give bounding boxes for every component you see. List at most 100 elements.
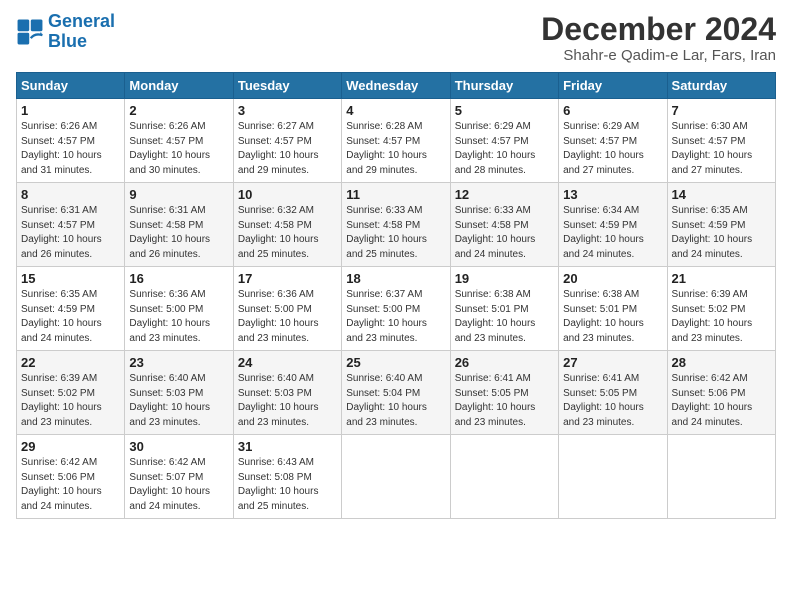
day-number: 10 (238, 187, 337, 202)
day-info: Sunrise: 6:42 AM Sunset: 5:06 PM Dayligh… (21, 456, 120, 514)
calendar-week-3: 15 Sunrise: 6:35 AM Sunset: 4:59 PM Dayl… (17, 267, 776, 351)
calendar-cell (667, 435, 775, 519)
day-number: 28 (672, 355, 771, 370)
calendar-cell: 10 Sunrise: 6:32 AM Sunset: 4:58 PM Dayl… (233, 183, 341, 267)
calendar-cell: 14 Sunrise: 6:35 AM Sunset: 4:59 PM Dayl… (667, 183, 775, 267)
calendar-cell: 12 Sunrise: 6:33 AM Sunset: 4:58 PM Dayl… (450, 183, 558, 267)
logo-icon (16, 18, 44, 46)
day-info: Sunrise: 6:26 AM Sunset: 4:57 PM Dayligh… (129, 120, 228, 178)
day-number: 30 (129, 439, 228, 454)
day-info: Sunrise: 6:29 AM Sunset: 4:57 PM Dayligh… (563, 120, 662, 178)
day-info: Sunrise: 6:34 AM Sunset: 4:59 PM Dayligh… (563, 204, 662, 262)
calendar-cell: 25 Sunrise: 6:40 AM Sunset: 5:04 PM Dayl… (342, 351, 450, 435)
calendar-header-sunday: Sunday (17, 73, 125, 99)
calendar-cell: 18 Sunrise: 6:37 AM Sunset: 5:00 PM Dayl… (342, 267, 450, 351)
calendar-cell: 9 Sunrise: 6:31 AM Sunset: 4:58 PM Dayli… (125, 183, 233, 267)
calendar-cell: 29 Sunrise: 6:42 AM Sunset: 5:06 PM Dayl… (17, 435, 125, 519)
day-info: Sunrise: 6:32 AM Sunset: 4:58 PM Dayligh… (238, 204, 337, 262)
calendar-cell: 22 Sunrise: 6:39 AM Sunset: 5:02 PM Dayl… (17, 351, 125, 435)
calendar-week-2: 8 Sunrise: 6:31 AM Sunset: 4:57 PM Dayli… (17, 183, 776, 267)
calendar-cell: 28 Sunrise: 6:42 AM Sunset: 5:06 PM Dayl… (667, 351, 775, 435)
day-number: 23 (129, 355, 228, 370)
day-info: Sunrise: 6:29 AM Sunset: 4:57 PM Dayligh… (455, 120, 554, 178)
day-info: Sunrise: 6:38 AM Sunset: 5:01 PM Dayligh… (563, 288, 662, 346)
calendar-header-saturday: Saturday (667, 73, 775, 99)
day-info: Sunrise: 6:31 AM Sunset: 4:58 PM Dayligh… (129, 204, 228, 262)
day-info: Sunrise: 6:27 AM Sunset: 4:57 PM Dayligh… (238, 120, 337, 178)
day-number: 11 (346, 187, 445, 202)
day-number: 15 (21, 271, 120, 286)
calendar-cell: 7 Sunrise: 6:30 AM Sunset: 4:57 PM Dayli… (667, 99, 775, 183)
calendar-cell: 3 Sunrise: 6:27 AM Sunset: 4:57 PM Dayli… (233, 99, 341, 183)
day-info: Sunrise: 6:33 AM Sunset: 4:58 PM Dayligh… (455, 204, 554, 262)
day-info: Sunrise: 6:35 AM Sunset: 4:59 PM Dayligh… (672, 204, 771, 262)
day-number: 14 (672, 187, 771, 202)
calendar-week-5: 29 Sunrise: 6:42 AM Sunset: 5:06 PM Dayl… (17, 435, 776, 519)
calendar-cell: 19 Sunrise: 6:38 AM Sunset: 5:01 PM Dayl… (450, 267, 558, 351)
day-info: Sunrise: 6:28 AM Sunset: 4:57 PM Dayligh… (346, 120, 445, 178)
calendar-week-4: 22 Sunrise: 6:39 AM Sunset: 5:02 PM Dayl… (17, 351, 776, 435)
calendar-cell: 24 Sunrise: 6:40 AM Sunset: 5:03 PM Dayl… (233, 351, 341, 435)
day-number: 6 (563, 103, 662, 118)
calendar-cell: 4 Sunrise: 6:28 AM Sunset: 4:57 PM Dayli… (342, 99, 450, 183)
day-number: 13 (563, 187, 662, 202)
day-info: Sunrise: 6:42 AM Sunset: 5:07 PM Dayligh… (129, 456, 228, 514)
calendar-week-1: 1 Sunrise: 6:26 AM Sunset: 4:57 PM Dayli… (17, 99, 776, 183)
calendar-cell (450, 435, 558, 519)
day-info: Sunrise: 6:30 AM Sunset: 4:57 PM Dayligh… (672, 120, 771, 178)
header: General Blue December 2024 Shahr-e Qadim… (16, 12, 776, 64)
title-block: December 2024 Shahr-e Qadim-e Lar, Fars,… (541, 12, 776, 64)
calendar-cell: 17 Sunrise: 6:36 AM Sunset: 5:00 PM Dayl… (233, 267, 341, 351)
calendar-cell: 13 Sunrise: 6:34 AM Sunset: 4:59 PM Dayl… (559, 183, 667, 267)
day-info: Sunrise: 6:40 AM Sunset: 5:04 PM Dayligh… (346, 372, 445, 430)
calendar-header-tuesday: Tuesday (233, 73, 341, 99)
day-info: Sunrise: 6:37 AM Sunset: 5:00 PM Dayligh… (346, 288, 445, 346)
calendar-cell: 6 Sunrise: 6:29 AM Sunset: 4:57 PM Dayli… (559, 99, 667, 183)
day-number: 1 (21, 103, 120, 118)
day-number: 3 (238, 103, 337, 118)
calendar-cell: 1 Sunrise: 6:26 AM Sunset: 4:57 PM Dayli… (17, 99, 125, 183)
calendar-cell: 20 Sunrise: 6:38 AM Sunset: 5:01 PM Dayl… (559, 267, 667, 351)
day-number: 4 (346, 103, 445, 118)
calendar-header-row: SundayMondayTuesdayWednesdayThursdayFrid… (17, 73, 776, 99)
logo-text: General Blue (48, 12, 115, 52)
day-info: Sunrise: 6:35 AM Sunset: 4:59 PM Dayligh… (21, 288, 120, 346)
subtitle: Shahr-e Qadim-e Lar, Fars, Iran (541, 47, 776, 64)
day-number: 22 (21, 355, 120, 370)
day-number: 24 (238, 355, 337, 370)
calendar-cell: 15 Sunrise: 6:35 AM Sunset: 4:59 PM Dayl… (17, 267, 125, 351)
day-info: Sunrise: 6:42 AM Sunset: 5:06 PM Dayligh… (672, 372, 771, 430)
day-info: Sunrise: 6:33 AM Sunset: 4:58 PM Dayligh… (346, 204, 445, 262)
day-info: Sunrise: 6:36 AM Sunset: 5:00 PM Dayligh… (129, 288, 228, 346)
day-number: 8 (21, 187, 120, 202)
day-info: Sunrise: 6:41 AM Sunset: 5:05 PM Dayligh… (563, 372, 662, 430)
day-info: Sunrise: 6:40 AM Sunset: 5:03 PM Dayligh… (238, 372, 337, 430)
calendar-cell: 21 Sunrise: 6:39 AM Sunset: 5:02 PM Dayl… (667, 267, 775, 351)
day-number: 26 (455, 355, 554, 370)
day-info: Sunrise: 6:39 AM Sunset: 5:02 PM Dayligh… (672, 288, 771, 346)
day-number: 25 (346, 355, 445, 370)
day-number: 2 (129, 103, 228, 118)
calendar-cell: 23 Sunrise: 6:40 AM Sunset: 5:03 PM Dayl… (125, 351, 233, 435)
day-info: Sunrise: 6:38 AM Sunset: 5:01 PM Dayligh… (455, 288, 554, 346)
day-number: 31 (238, 439, 337, 454)
day-number: 5 (455, 103, 554, 118)
calendar-header-monday: Monday (125, 73, 233, 99)
logo: General Blue (16, 12, 115, 52)
day-number: 16 (129, 271, 228, 286)
day-number: 7 (672, 103, 771, 118)
calendar-cell: 31 Sunrise: 6:43 AM Sunset: 5:08 PM Dayl… (233, 435, 341, 519)
calendar-cell: 26 Sunrise: 6:41 AM Sunset: 5:05 PM Dayl… (450, 351, 558, 435)
day-number: 21 (672, 271, 771, 286)
calendar-cell: 27 Sunrise: 6:41 AM Sunset: 5:05 PM Dayl… (559, 351, 667, 435)
day-info: Sunrise: 6:31 AM Sunset: 4:57 PM Dayligh… (21, 204, 120, 262)
day-number: 12 (455, 187, 554, 202)
day-number: 18 (346, 271, 445, 286)
main-title: December 2024 (541, 12, 776, 47)
day-number: 20 (563, 271, 662, 286)
calendar-cell: 5 Sunrise: 6:29 AM Sunset: 4:57 PM Dayli… (450, 99, 558, 183)
calendar-header-wednesday: Wednesday (342, 73, 450, 99)
calendar-cell (342, 435, 450, 519)
day-number: 29 (21, 439, 120, 454)
logo-line2: Blue (48, 31, 87, 51)
